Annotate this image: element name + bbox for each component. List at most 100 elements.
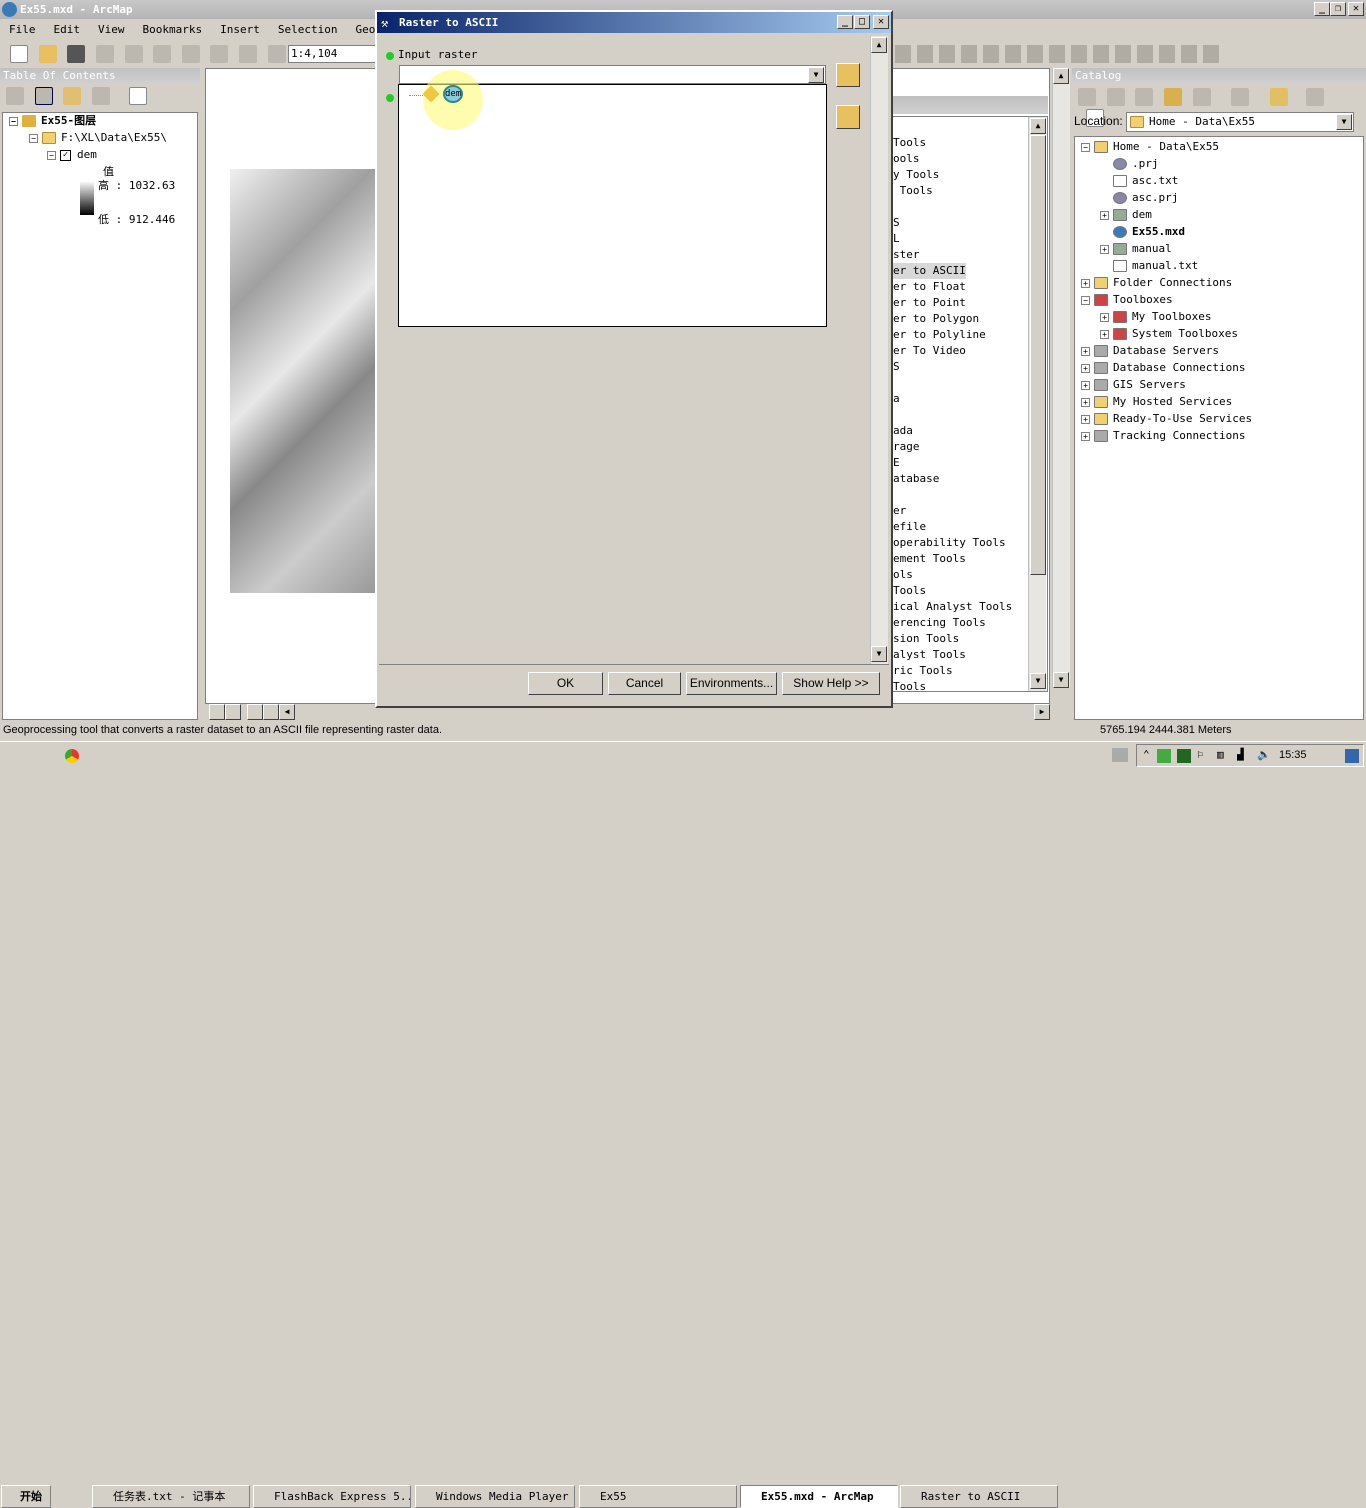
print-icon[interactable]	[95, 45, 114, 63]
new-icon[interactable]	[10, 45, 28, 63]
catalog-item[interactable]: Ex55.mxd	[1100, 224, 1185, 240]
paste-icon[interactable]	[181, 45, 200, 63]
options-icon[interactable]	[128, 87, 147, 105]
tray-app-icon[interactable]	[1157, 749, 1171, 763]
expand-icon[interactable]: +	[1081, 363, 1090, 373]
save-icon[interactable]	[67, 45, 86, 63]
toolbox-item[interactable]: er	[893, 503, 906, 519]
tray-icon[interactable]	[1112, 748, 1128, 762]
map-vertical-scrollbar[interactable]: ▲ ▼	[1052, 68, 1070, 688]
toolbox-item[interactable]: efile	[893, 519, 926, 535]
catalog-item[interactable]: − Home - Data\Ex55	[1081, 139, 1219, 155]
browse-input-button[interactable]	[836, 63, 860, 87]
menu-item-edit[interactable]: Edit	[45, 20, 90, 40]
catalog-item[interactable]: + dem	[1100, 207, 1152, 223]
toolbox-item[interactable]: rage	[893, 439, 920, 455]
expand-icon[interactable]: +	[1100, 329, 1109, 339]
catalog-item[interactable]: + GIS Servers	[1081, 377, 1186, 393]
start-button[interactable]: 开始	[1, 1485, 51, 1508]
home-icon[interactable]	[1163, 88, 1182, 106]
toolbox-item[interactable]: sion Tools	[893, 631, 959, 647]
toolbox-item[interactable]: S	[893, 215, 900, 231]
menu-item-bookmarks[interactable]: Bookmarks	[134, 20, 212, 40]
list-by-visibility-icon[interactable]	[63, 87, 82, 105]
pause-button[interactable]	[263, 704, 279, 720]
scale-input[interactable]: 1:4,104	[288, 45, 376, 63]
expand-icon[interactable]: +	[1100, 210, 1109, 220]
catalog-item[interactable]: + Ready-To-Use Services	[1081, 411, 1252, 427]
taskbar-item[interactable]: Windows Media Player	[415, 1485, 575, 1508]
toolbox-item[interactable]: er To Video	[893, 343, 966, 359]
catalog-item[interactable]: asc.prj	[1100, 190, 1178, 206]
show-desktop-icon[interactable]	[1345, 749, 1359, 763]
catalog-item[interactable]: + Database Servers	[1081, 343, 1219, 359]
catalog-item[interactable]: + System Toolboxes	[1100, 326, 1238, 342]
new-folder-icon[interactable]	[1269, 88, 1288, 106]
location-combo[interactable]: Home - Data\Ex55 ▼	[1126, 112, 1354, 132]
toolbox-item[interactable]: ada	[893, 423, 913, 439]
expand-icon[interactable]: +	[1081, 431, 1090, 441]
signal-icon[interactable]: ▟	[1237, 748, 1244, 761]
arctoolbox-scrollbar[interactable]: ▲ ▼	[1028, 117, 1046, 691]
data-view-button[interactable]	[209, 704, 225, 720]
menu-item-file[interactable]: File	[0, 20, 45, 40]
menu-item-selection[interactable]: Selection	[269, 20, 347, 40]
location-dropdown-icon[interactable]: ▼	[1336, 114, 1352, 130]
network-icon[interactable]: ▥	[1217, 748, 1224, 761]
catalog-item[interactable]: + My Toolboxes	[1100, 309, 1211, 325]
tools-toolbar-icons[interactable]	[895, 45, 1220, 63]
toolbox-item[interactable]: er to Float	[893, 279, 966, 295]
clock[interactable]: 15:35	[1279, 749, 1307, 761]
list-by-drawing-order-icon[interactable]	[6, 87, 24, 105]
toolbox-item[interactable]: S	[893, 359, 900, 375]
layout-view-button[interactable]	[225, 704, 241, 720]
chrome-icon[interactable]	[65, 749, 79, 763]
dialog-minimize-button[interactable]: _	[837, 15, 853, 29]
catalog-item[interactable]: + My Hosted Services	[1081, 394, 1232, 410]
views-icon[interactable]	[1231, 88, 1250, 106]
open-icon[interactable]	[38, 45, 57, 63]
volume-icon[interactable]: 🔈	[1257, 748, 1271, 761]
catalog-item[interactable]: − Toolboxes	[1081, 292, 1173, 308]
toolbox-item[interactable]: E	[893, 455, 900, 471]
toolbox-item[interactable]: er to Polygon	[893, 311, 979, 327]
cancel-button[interactable]: Cancel	[608, 672, 681, 695]
input-raster-dropdown-icon[interactable]: ▼	[808, 67, 824, 83]
scroll-right-button[interactable]: ▶	[1034, 704, 1050, 720]
show-help-button[interactable]: Show Help >>	[782, 672, 880, 695]
forward-icon[interactable]	[1106, 88, 1125, 106]
ok-button[interactable]: OK	[528, 672, 603, 695]
taskbar-item[interactable]: Ex55	[579, 1485, 737, 1508]
connect-folder-icon[interactable]	[1192, 88, 1211, 106]
toolbox-item[interactable]: erencing Tools	[893, 615, 986, 631]
toolbox-item[interactable]: ric Tools	[893, 663, 953, 679]
toolbox-item[interactable]: alyst Tools	[893, 647, 966, 663]
taskbar-item[interactable]: Raster to ASCII	[900, 1485, 1058, 1508]
dropdown-item-dem[interactable]: dem	[443, 85, 463, 103]
toolbox-item[interactable]: Tools	[893, 583, 926, 599]
tree-toggle-icon[interactable]	[1306, 88, 1325, 106]
toolbox-item[interactable]: Tools	[893, 679, 926, 691]
taskbar-item[interactable]: Ex55.mxd - ArcMap	[740, 1485, 898, 1508]
layer-visibility-checkbox[interactable]: ✓	[60, 149, 71, 161]
list-by-selection-icon[interactable]	[91, 87, 110, 105]
data-frame-item[interactable]: − Ex55-图层	[9, 113, 96, 129]
toolbox-item[interactable]: a	[893, 391, 900, 407]
catalog-item[interactable]: + Database Connections	[1081, 360, 1245, 376]
catalog-item[interactable]: asc.txt	[1100, 173, 1178, 189]
dialog-close-button[interactable]: ✕	[873, 15, 889, 29]
browse-output-button[interactable]	[836, 105, 860, 129]
menu-item-view[interactable]: View	[89, 20, 134, 40]
redo-icon[interactable]	[267, 45, 286, 63]
copy-icon[interactable]	[153, 45, 172, 63]
undo-icon[interactable]	[239, 45, 257, 63]
flag-icon[interactable]: ⚐	[1197, 748, 1204, 761]
toolbox-item[interactable]: er to Polyline	[893, 327, 986, 343]
toolbox-item[interactable]: ols	[893, 567, 913, 583]
taskbar-item[interactable]: 任务表.txt - 记事本	[92, 1485, 250, 1508]
expand-icon[interactable]: −	[1081, 142, 1090, 152]
toolbox-item[interactable]: ools	[893, 151, 920, 167]
toolbox-item[interactable]: L	[893, 231, 900, 247]
expand-icon[interactable]: +	[1100, 244, 1109, 254]
toolbox-item[interactable]: er to Point	[893, 295, 966, 311]
